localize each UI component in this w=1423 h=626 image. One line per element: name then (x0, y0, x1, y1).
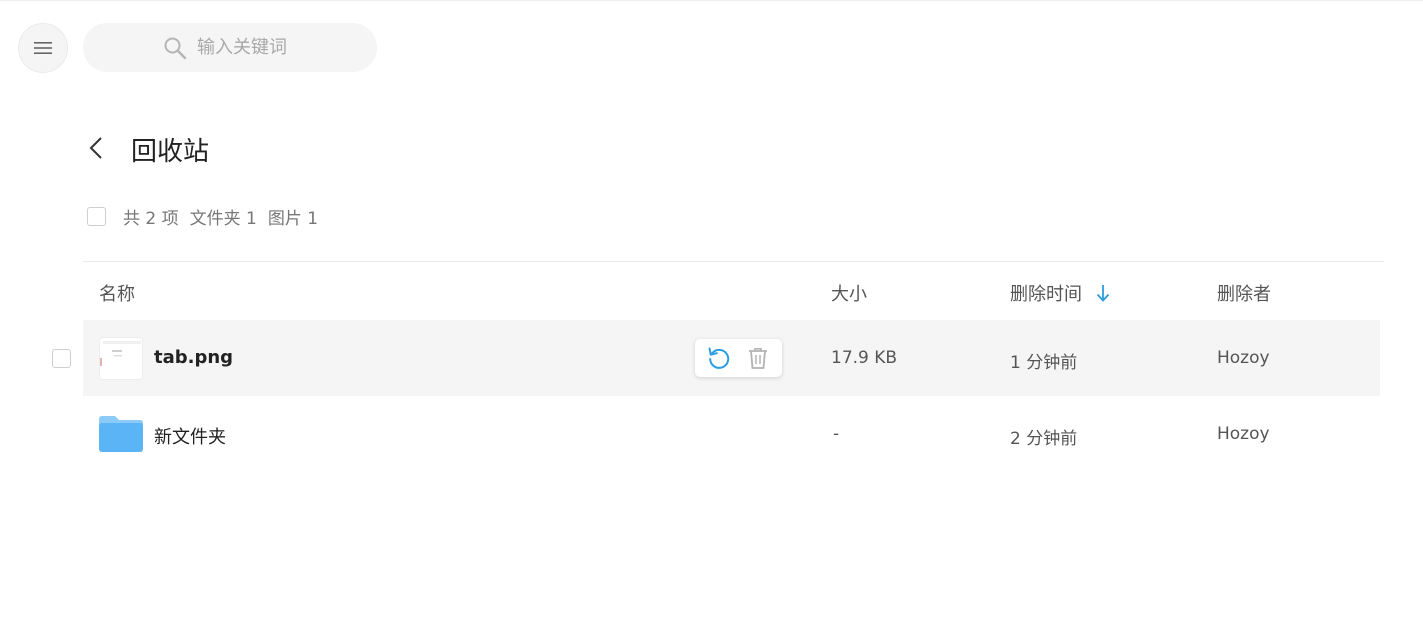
column-header-name-label: 名称 (99, 284, 135, 305)
folder-icon (99, 415, 143, 457)
file-name[interactable]: tab.png (154, 347, 233, 368)
table-row[interactable]: tab.png 17.9 KB 1 分钟前 Hozoy (83, 320, 1380, 396)
deleted-by: Hozoy (1217, 424, 1270, 444)
file-size: 17.9 KB (831, 348, 898, 368)
row-actions (695, 339, 782, 377)
menu-button[interactable] (18, 23, 68, 73)
column-header-name[interactable]: 名称 (99, 280, 135, 306)
selection-summary: 共 2 项 文件夹 1 图片 1 (87, 204, 329, 229)
menu-icon (34, 42, 52, 54)
column-header-deleted-by[interactable]: 删除者 (1217, 280, 1271, 306)
file-size: - (833, 424, 840, 444)
restore-icon (708, 347, 729, 369)
trash-icon (749, 348, 768, 369)
page-title: 回收站 (131, 137, 210, 167)
top-divider (0, 0, 1423, 1)
restore-button[interactable] (704, 343, 734, 373)
deleted-time: 1 分钟前 (1010, 353, 1078, 373)
back-chevron-icon (89, 137, 102, 159)
folder-name[interactable]: 新文件夹 (154, 423, 226, 449)
sort-down-arrow-icon (1096, 285, 1110, 302)
row-checkbox[interactable] (52, 349, 71, 368)
column-header-deleted-time-label: 删除时间 (1010, 284, 1082, 305)
search-bar[interactable] (83, 23, 377, 72)
deleted-time: 2 分钟前 (1010, 429, 1078, 449)
table-divider (83, 261, 1384, 262)
total-count: 共 2 项 (123, 208, 179, 229)
image-count: 图片 1 (267, 208, 319, 229)
folder-count: 文件夹 1 (189, 208, 257, 229)
image-thumbnail (99, 337, 143, 380)
table-row[interactable]: 新文件夹 - 2 分钟前 Hozoy (83, 396, 1380, 472)
column-header-deleted-time[interactable]: 删除时间 (1010, 280, 1110, 306)
column-header-size-label: 大小 (831, 284, 867, 305)
column-header-size[interactable]: 大小 (831, 280, 867, 306)
delete-permanently-button[interactable] (743, 343, 773, 373)
search-input[interactable] (197, 37, 297, 58)
back-button[interactable] (86, 136, 108, 160)
column-header-deleted-by-label: 删除者 (1217, 284, 1271, 305)
search-icon (164, 37, 187, 59)
select-all-checkbox[interactable] (87, 206, 106, 226)
deleted-by: Hozoy (1217, 348, 1270, 368)
